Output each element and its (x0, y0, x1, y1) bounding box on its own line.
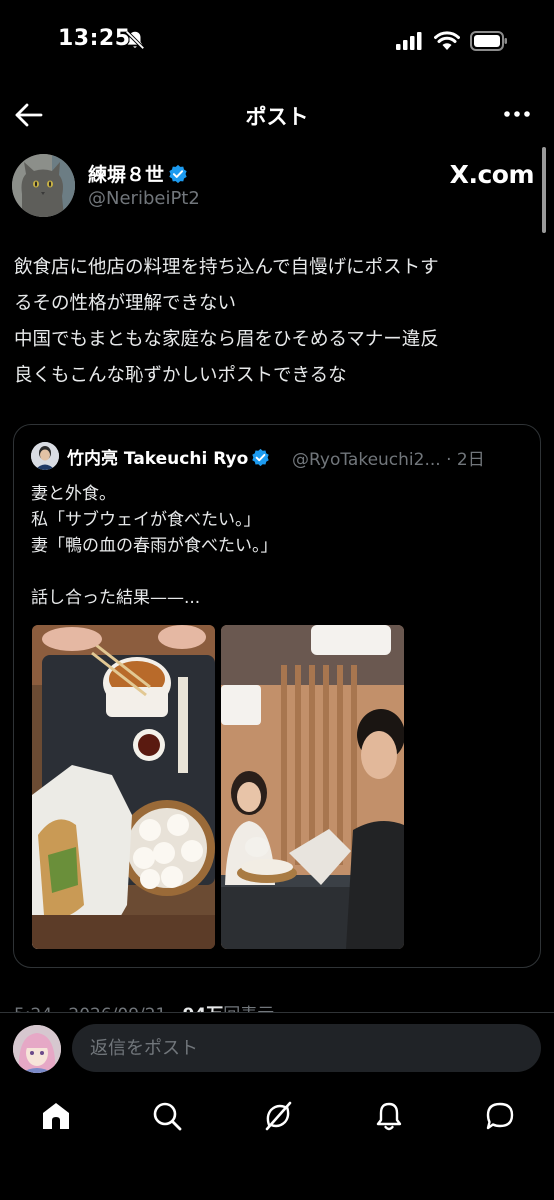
quote-text: 妻と外食。 私「サブウェイが食べたい。」 妻「鴨の血の春雨が食べたい。」 話し合… (31, 484, 278, 608)
quote-author-name-text: 竹内亮 Takeuchi Ryo (67, 449, 249, 469)
cat-avatar-image (12, 154, 75, 217)
food-tray-image (32, 625, 215, 949)
cellular-signal-icon (396, 32, 422, 50)
author-name-text: 練塀８世 (88, 164, 165, 186)
home-icon[interactable] (40, 1100, 72, 1132)
anime-avatar-image (13, 1025, 61, 1073)
top-header: ポスト (0, 92, 554, 138)
reply-input[interactable] (72, 1024, 541, 1072)
more-options-icon[interactable] (502, 102, 532, 126)
author-name[interactable]: 練塀８世 (88, 160, 188, 187)
status-bar: 13:25 (0, 0, 554, 80)
status-time: 13:25 (58, 26, 131, 51)
post-text: 飲食店に他店の料理を持ち込んで自慢げにポストす るその性格が理解できない 中国で… (14, 257, 439, 386)
bell-slash-icon (125, 30, 145, 50)
reply-bar (0, 1012, 554, 1084)
quote-photo-food-tray[interactable] (32, 625, 215, 949)
messages-icon[interactable] (484, 1100, 516, 1132)
post-author: 練塀８世 @NeribeiPt2 X.com (12, 154, 542, 220)
quote-photo-couple[interactable] (221, 625, 404, 949)
quote-handle-time: @RyoTakeuchi2... · 2日 (292, 450, 485, 470)
author-handle[interactable]: @NeribeiPt2 (88, 188, 200, 209)
quoted-post[interactable]: 竹内亮 Takeuchi Ryo @RyoTakeuchi2... · 2日 妻… (13, 424, 541, 968)
person-avatar-image (31, 442, 59, 470)
verified-badge-icon (169, 164, 187, 184)
scrollbar[interactable] (542, 147, 546, 233)
author-avatar[interactable] (12, 154, 75, 217)
notifications-icon[interactable] (373, 1100, 405, 1132)
restaurant-couple-image (221, 625, 404, 949)
xcom-watermark: X.com (449, 160, 535, 189)
search-icon[interactable] (151, 1100, 183, 1132)
bottom-nav (0, 1084, 554, 1200)
verified-badge-icon (252, 448, 270, 467)
wifi-icon (434, 31, 460, 50)
current-user-avatar[interactable] (13, 1025, 61, 1073)
grok-icon[interactable] (262, 1100, 294, 1132)
battery-icon (470, 31, 507, 51)
quote-author-name[interactable]: 竹内亮 Takeuchi Ryo (67, 444, 270, 469)
page-title: ポスト (245, 105, 309, 129)
quote-author-avatar[interactable] (31, 442, 59, 470)
